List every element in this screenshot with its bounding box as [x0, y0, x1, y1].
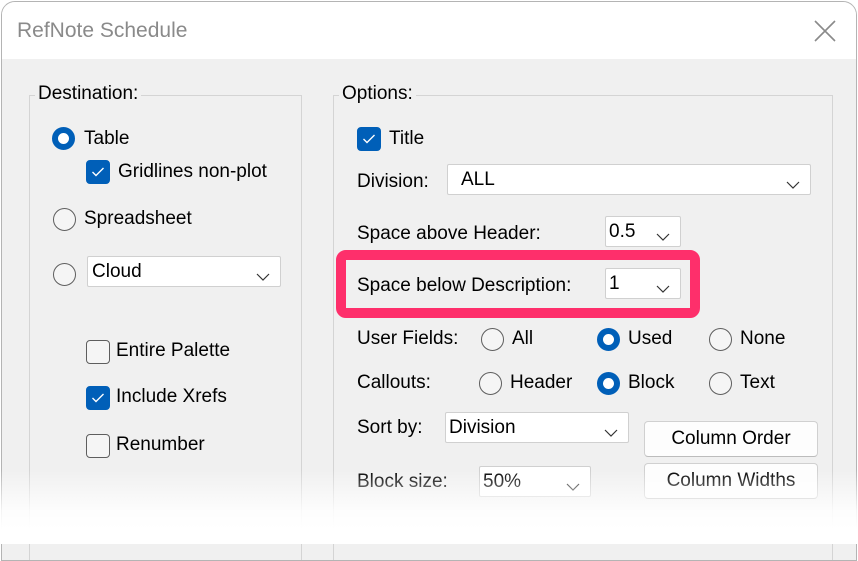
chevron-down-icon — [566, 478, 580, 496]
cloud-combo-value: Cloud — [92, 261, 142, 282]
close-icon[interactable] — [813, 19, 837, 43]
block-size-value: 50% — [483, 471, 522, 492]
chevron-down-icon — [256, 268, 270, 286]
title-checkbox[interactable] — [357, 127, 381, 151]
callouts-block-label[interactable]: Block — [628, 372, 674, 394]
callouts-text-radio[interactable] — [709, 372, 732, 395]
title-label[interactable]: Title — [389, 128, 424, 150]
cloud-combo[interactable]: Cloud — [87, 256, 281, 287]
column-widths-button[interactable]: Column Widths — [644, 463, 818, 499]
entire-palette-checkbox[interactable] — [86, 340, 110, 364]
chevron-down-icon — [656, 228, 670, 246]
table-radio[interactable] — [52, 127, 75, 150]
chevron-down-icon — [604, 424, 618, 442]
gridlines-label[interactable]: Gridlines non-plot — [118, 161, 267, 183]
space-above-header-combo[interactable]: 0.5 — [605, 216, 681, 247]
dialog-title: RefNote Schedule — [17, 19, 188, 42]
chevron-down-icon — [786, 176, 800, 194]
refnote-schedule-dialog: RefNote Schedule Destination: Table Grid… — [1, 1, 857, 561]
column-order-button[interactable]: Column Order — [644, 421, 818, 457]
user-fields-none-label[interactable]: None — [740, 328, 785, 350]
sort-by-value: Division — [449, 417, 516, 438]
include-xrefs-checkbox[interactable] — [86, 386, 110, 410]
user-fields-used-label[interactable]: Used — [628, 328, 672, 350]
division-value: ALL — [461, 169, 495, 190]
spreadsheet-radio[interactable] — [53, 208, 76, 231]
space-above-header-label: Space above Header: — [357, 223, 541, 244]
cloud-radio[interactable] — [53, 263, 76, 286]
space-below-description-combo[interactable]: 1 — [605, 268, 681, 299]
space-below-description-label: Space below Description: — [357, 275, 572, 296]
renumber-label[interactable]: Renumber — [116, 434, 205, 456]
user-fields-used-radio[interactable] — [597, 328, 620, 351]
user-fields-all-label[interactable]: All — [512, 328, 533, 350]
gridlines-checkbox[interactable] — [86, 160, 110, 184]
renumber-checkbox[interactable] — [86, 434, 110, 458]
space-below-description-value: 1 — [609, 273, 620, 294]
sort-by-combo[interactable]: Division — [445, 412, 629, 443]
callouts-block-radio[interactable] — [597, 372, 620, 395]
entire-palette-label[interactable]: Entire Palette — [116, 340, 230, 362]
options-legend: Options: — [339, 83, 416, 105]
sort-by-label: Sort by: — [357, 417, 423, 438]
title-bar: RefNote Schedule — [2, 2, 856, 59]
division-combo[interactable]: ALL — [447, 164, 811, 195]
table-label[interactable]: Table — [84, 128, 129, 150]
user-fields-none-radio[interactable] — [709, 328, 732, 351]
callouts-label: Callouts: — [357, 372, 431, 393]
callouts-header-radio[interactable] — [479, 372, 502, 395]
user-fields-label: User Fields: — [357, 328, 459, 349]
user-fields-all-radio[interactable] — [481, 328, 504, 351]
destination-legend: Destination: — [35, 83, 142, 105]
block-size-combo[interactable]: 50% — [479, 466, 591, 497]
chevron-down-icon — [656, 280, 670, 298]
spreadsheet-label[interactable]: Spreadsheet — [84, 208, 192, 230]
space-above-header-value: 0.5 — [609, 221, 636, 242]
callouts-header-label[interactable]: Header — [510, 372, 572, 394]
callouts-text-label[interactable]: Text — [740, 372, 775, 394]
division-label: Division: — [357, 171, 429, 192]
include-xrefs-label[interactable]: Include Xrefs — [116, 386, 227, 408]
block-size-label: Block size: — [357, 471, 448, 492]
